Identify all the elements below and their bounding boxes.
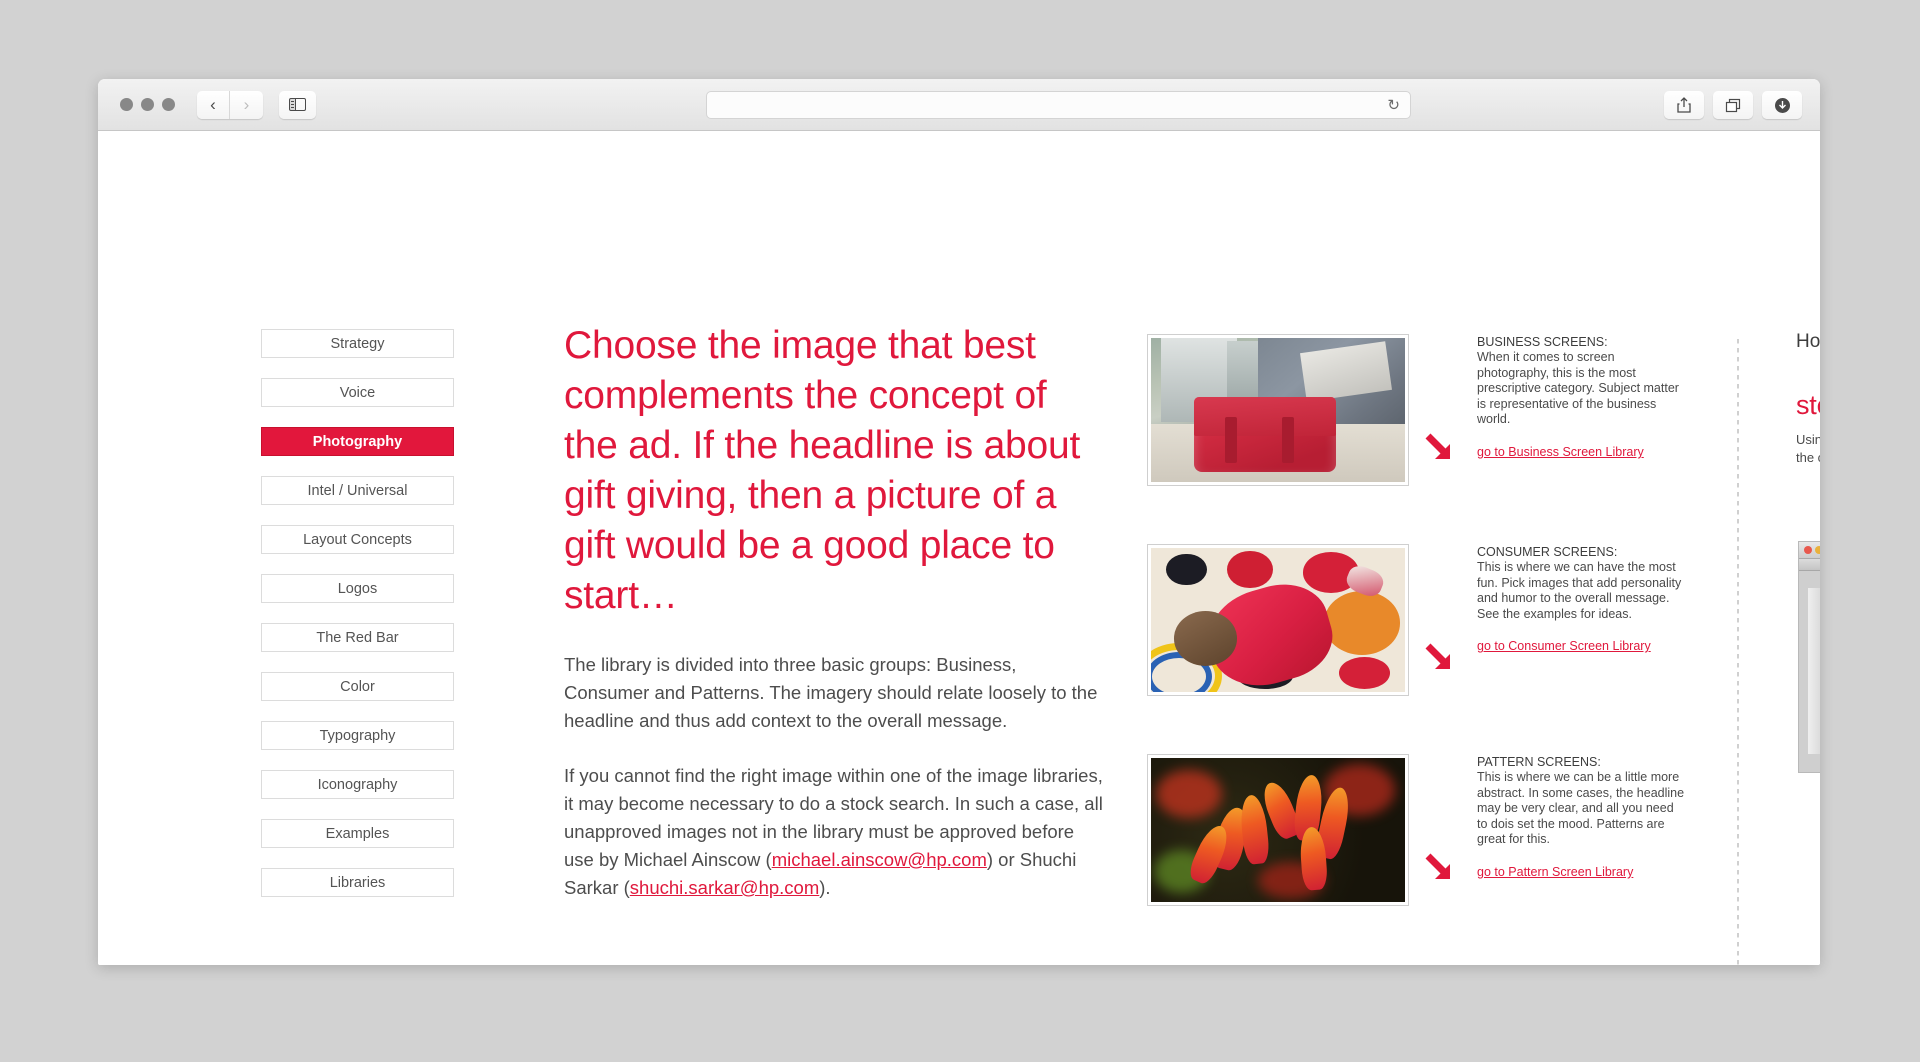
consumer-caption-title: CONSUMER SCREENS: [1477, 545, 1618, 559]
close-window-button[interactable] [120, 98, 133, 111]
share-button[interactable] [1664, 91, 1704, 119]
nav-label: Color [340, 678, 375, 695]
sidebar-item-logos[interactable]: Logos [261, 574, 454, 603]
gallery-row-consumer: CONSUMER SCREENS: This is where we can h… [1147, 544, 1681, 754]
tab-overview-icon [1725, 98, 1741, 112]
consumer-caption-body: This is where we can have the most fun. … [1477, 560, 1682, 621]
main-column: Choose the image that best complements t… [564, 321, 1104, 902]
pattern-caption-body: This is where we can be a little more ab… [1477, 770, 1685, 847]
email-link-shuchi-sarkar[interactable]: shuchi.sarkar@hp.com [630, 877, 819, 898]
pattern-caption-title: PATTERN SCREENS: [1477, 755, 1601, 769]
nav-label: Examples [325, 825, 390, 842]
reload-icon[interactable]: ↻ [1387, 98, 1400, 113]
arrow-down-right-icon [1425, 643, 1450, 669]
email-link-michael-ainscow[interactable]: michael.ainscow@hp.com [772, 849, 987, 870]
gallery-row-pattern: PATTERN SCREENS: This is where we can be… [1147, 754, 1684, 964]
navigation-buttons: ‹ › [197, 90, 263, 119]
business-caption-title: BUSINESS SCREENS: [1477, 335, 1608, 349]
arrow-to-consumer-library [1423, 642, 1457, 681]
sidebar-item-the-red-bar[interactable]: The Red Bar [261, 623, 454, 652]
pattern-flowers-photo [1151, 758, 1405, 902]
zoom-window-button[interactable] [162, 98, 175, 111]
gallery-row-business: BUSINESS SCREENS: When it comes to scree… [1147, 334, 1679, 544]
screenshot-titlebar: compaqKK978AA1 [1799, 542, 1820, 559]
consumer-baby-rug-photo [1151, 548, 1405, 692]
arrow-to-business-library [1423, 432, 1457, 471]
sidebar-item-photography[interactable]: Photography [261, 427, 454, 456]
consumer-library-link[interactable]: go to Consumer Screen Library [1477, 639, 1651, 653]
section-divider [1737, 339, 1739, 965]
arrow-to-pattern-library [1423, 852, 1457, 891]
browser-titlebar: ‹ › ↻ [98, 79, 1820, 131]
business-briefcase-photo [1151, 338, 1405, 482]
screenshot-minimize-dot [1815, 546, 1820, 554]
sidebar-item-intel-universal[interactable]: Intel / Universal [261, 476, 454, 505]
address-bar[interactable]: ↻ [706, 91, 1411, 119]
business-thumbnail[interactable] [1147, 334, 1409, 486]
nav-label: Intel / Universal [307, 482, 408, 499]
nav-label: Voice [339, 384, 376, 401]
nav-label: Logos [337, 580, 378, 597]
page-content: Strategy Voice Photography Intel / Unive… [98, 131, 1820, 965]
business-caption: BUSINESS SCREENS: When it comes to scree… [1477, 334, 1687, 461]
browser-window: ‹ › ↻ Strategy Voice Photography Intel /… [98, 79, 1820, 965]
sidebar-item-iconography[interactable]: Iconography [261, 770, 454, 799]
approval-text-end: ). [819, 877, 831, 898]
sidebar-item-libraries[interactable]: Libraries [261, 868, 454, 897]
screenshot-ruler [1808, 588, 1820, 754]
pattern-thumbnail[interactable] [1147, 754, 1409, 906]
minimize-window-button[interactable] [141, 98, 154, 111]
screen-library-gallery: BUSINESS SCREENS: When it comes to scree… [1147, 334, 1684, 964]
nav-label: The Red Bar [316, 629, 399, 646]
howto-title: How To: [1796, 331, 1820, 352]
sidebar-item-voice[interactable]: Voice [261, 378, 454, 407]
arrow-down-right-icon [1425, 433, 1450, 459]
business-library-link[interactable]: go to Business Screen Library [1477, 445, 1644, 459]
sidebar-item-typography[interactable]: Typography [261, 721, 454, 750]
nav-label: Typography [319, 727, 396, 744]
download-icon [1774, 97, 1790, 113]
photoshop-monitor-screenshot: compaqKK978AA1 100% Doc: 468.8K/1.0M [1798, 541, 1820, 773]
sidebar-item-color[interactable]: Color [261, 672, 454, 701]
chevron-right-icon: › [243, 95, 250, 114]
howto-body: Using the transform to the screen, conn … [1796, 432, 1820, 465]
nav-label: Iconography [317, 776, 398, 793]
paragraph-approval: If you cannot find the right image withi… [564, 762, 1104, 902]
window-traffic-lights[interactable] [120, 98, 175, 111]
howto-panel: How To: step one: Using the transform to… [1796, 331, 1820, 467]
sidebar-icon [289, 98, 306, 111]
pattern-caption: PATTERN SCREENS: This is where we can be… [1477, 754, 1687, 881]
consumer-caption: CONSUMER SCREENS: This is where we can h… [1477, 544, 1687, 655]
toolbar-right-group [1664, 91, 1802, 119]
arrow-down-right-icon [1425, 853, 1450, 879]
sidebar-toggle-button[interactable] [279, 90, 316, 119]
nav-label: Strategy [330, 335, 385, 352]
business-caption-body: When it comes to screen photography, thi… [1477, 350, 1679, 427]
nav-label: Libraries [329, 874, 386, 891]
paragraph-groups: The library is divided into three basic … [564, 654, 1098, 731]
back-button[interactable]: ‹ [197, 90, 230, 119]
tab-overview-button[interactable] [1713, 91, 1753, 119]
sidebar-item-layout-concepts[interactable]: Layout Concepts [261, 525, 454, 554]
pattern-library-link[interactable]: go to Pattern Screen Library [1477, 865, 1633, 879]
screenshot-close-dot [1804, 546, 1812, 554]
sidebar-item-strategy[interactable]: Strategy [261, 329, 454, 358]
section-nav: Strategy Voice Photography Intel / Unive… [261, 329, 454, 917]
sidebar-item-examples[interactable]: Examples [261, 819, 454, 848]
nav-label: Layout Concepts [303, 531, 412, 548]
chevron-left-icon: ‹ [210, 95, 216, 114]
page-headline: Choose the image that best complements t… [564, 324, 1081, 617]
forward-button[interactable]: › [230, 90, 263, 119]
downloads-button[interactable] [1762, 91, 1802, 119]
consumer-thumbnail[interactable] [1147, 544, 1409, 696]
share-icon [1677, 97, 1691, 113]
howto-step-label: step one: [1796, 390, 1820, 420]
screenshot-toolbar [1799, 559, 1820, 571]
body-copy: The library is divided into three basic … [564, 651, 1104, 902]
nav-label: Photography [312, 433, 403, 450]
